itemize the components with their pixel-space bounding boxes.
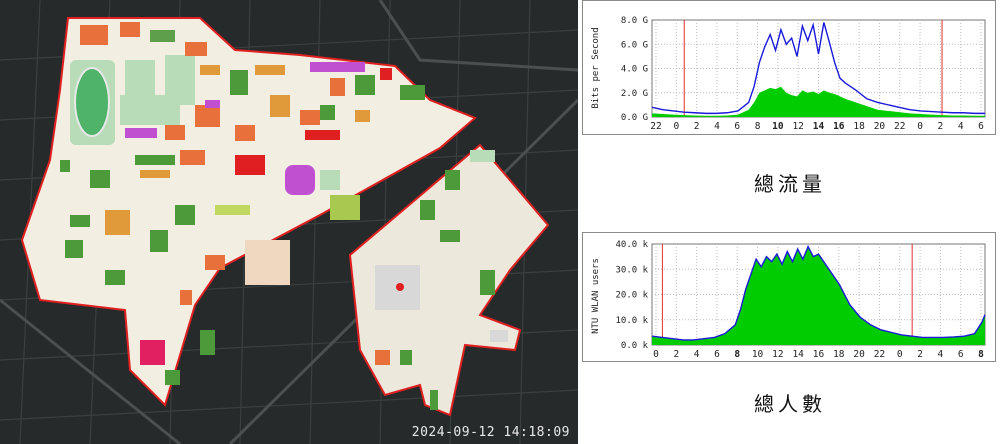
users-xtick-label: 0 [897, 349, 903, 360]
traffic-xtick-label: 12 [792, 121, 803, 132]
users-xtick-label: 2 [917, 349, 923, 360]
traffic-xtick-label: 8 [755, 121, 761, 132]
users-xtick-label: 4 [938, 349, 944, 360]
users-xtick-label: 6 [714, 349, 720, 360]
map-timestamp: 2024-09-12 14:18:09 [411, 425, 570, 440]
users-xtick-label: 20 [853, 349, 865, 360]
traffic-ytick-label: 6.0 G [621, 40, 648, 50]
traffic-xtick-label: 0 [917, 121, 923, 132]
traffic-xtick-label: 18 [853, 121, 865, 132]
traffic-ytick-label: 2.0 G [621, 89, 648, 99]
users-xtick-label: 10 [752, 349, 764, 360]
traffic-xtick-label: 22 [650, 121, 661, 132]
users-ytick-label: 20.0 k [615, 291, 648, 301]
users-xtick-label: 14 [792, 349, 804, 360]
users-xtick-label: 6 [958, 349, 964, 360]
traffic-caption: 總流量 [754, 172, 826, 196]
traffic-xtick-label: 10 [772, 121, 784, 132]
traffic-chart: Bits per Second 8.0 G 6.0 G 4.0 G 2.0 G 0.0 … [582, 0, 996, 135]
traffic-xtick-label: 4 [714, 121, 720, 132]
users-xtick-label: 8 [734, 349, 740, 360]
users-ytick-label: 0.0 k [621, 341, 649, 351]
users-ylabel: NTU WLAN users [591, 258, 601, 334]
users-xtick-label: 8 [978, 349, 984, 360]
track-field [74, 67, 110, 137]
users-xtick-label: 22 [874, 349, 885, 360]
traffic-xtick-label: 16 [833, 121, 845, 132]
users-ytick-label: 40.0 k [615, 240, 648, 250]
users-ytick-label: 30.0 k [615, 265, 648, 275]
traffic-xtick-label: 6 [734, 121, 740, 132]
traffic-xtick-label: 22 [894, 121, 905, 132]
users-xtick-label: 18 [833, 349, 845, 360]
traffic-xtick-label: 20 [874, 121, 886, 132]
traffic-ytick-label: 0.0 G [621, 113, 648, 123]
traffic-xtick-label: 6 [978, 121, 984, 132]
users-xtick-label: 16 [813, 349, 825, 360]
users-xtick-label: 2 [673, 349, 679, 360]
traffic-ytick-label: 8.0 G [621, 16, 648, 26]
users-xtick-label: 0 [653, 349, 659, 360]
campus-map-svg [0, 0, 578, 444]
traffic-ytick-label: 4.0 G [621, 65, 648, 75]
traffic-xtick-label: 0 [673, 121, 679, 132]
traffic-xtick-label: 2 [694, 121, 700, 132]
traffic-chart-panel: Bits per Second 8.0 G 6.0 G 4.0 G 2.0 G 0.0 … [582, 0, 996, 135]
users-xtick-label: 12 [772, 349, 783, 360]
users-caption: 總人數 [754, 392, 826, 416]
users-chart: NTU WLAN users 40.0 k30.0 k20.0 k10.0 k0… [582, 232, 996, 362]
users-chart-panel: NTU WLAN users 40.0 k 30.0 k 20.0 k 10.0 k0… [582, 232, 996, 362]
users-ytick-label: 10.0 k [615, 316, 648, 326]
campus-map[interactable]: 2024-09-12 14:18:09 [0, 0, 578, 444]
traffic-xtick-label: 14 [813, 121, 825, 132]
traffic-xtick-label: 2 [938, 121, 944, 132]
traffic-xtick-label: 4 [958, 121, 964, 132]
traffic-ylabel: Bits per Second [591, 27, 601, 108]
users-xtick-label: 4 [694, 349, 700, 360]
